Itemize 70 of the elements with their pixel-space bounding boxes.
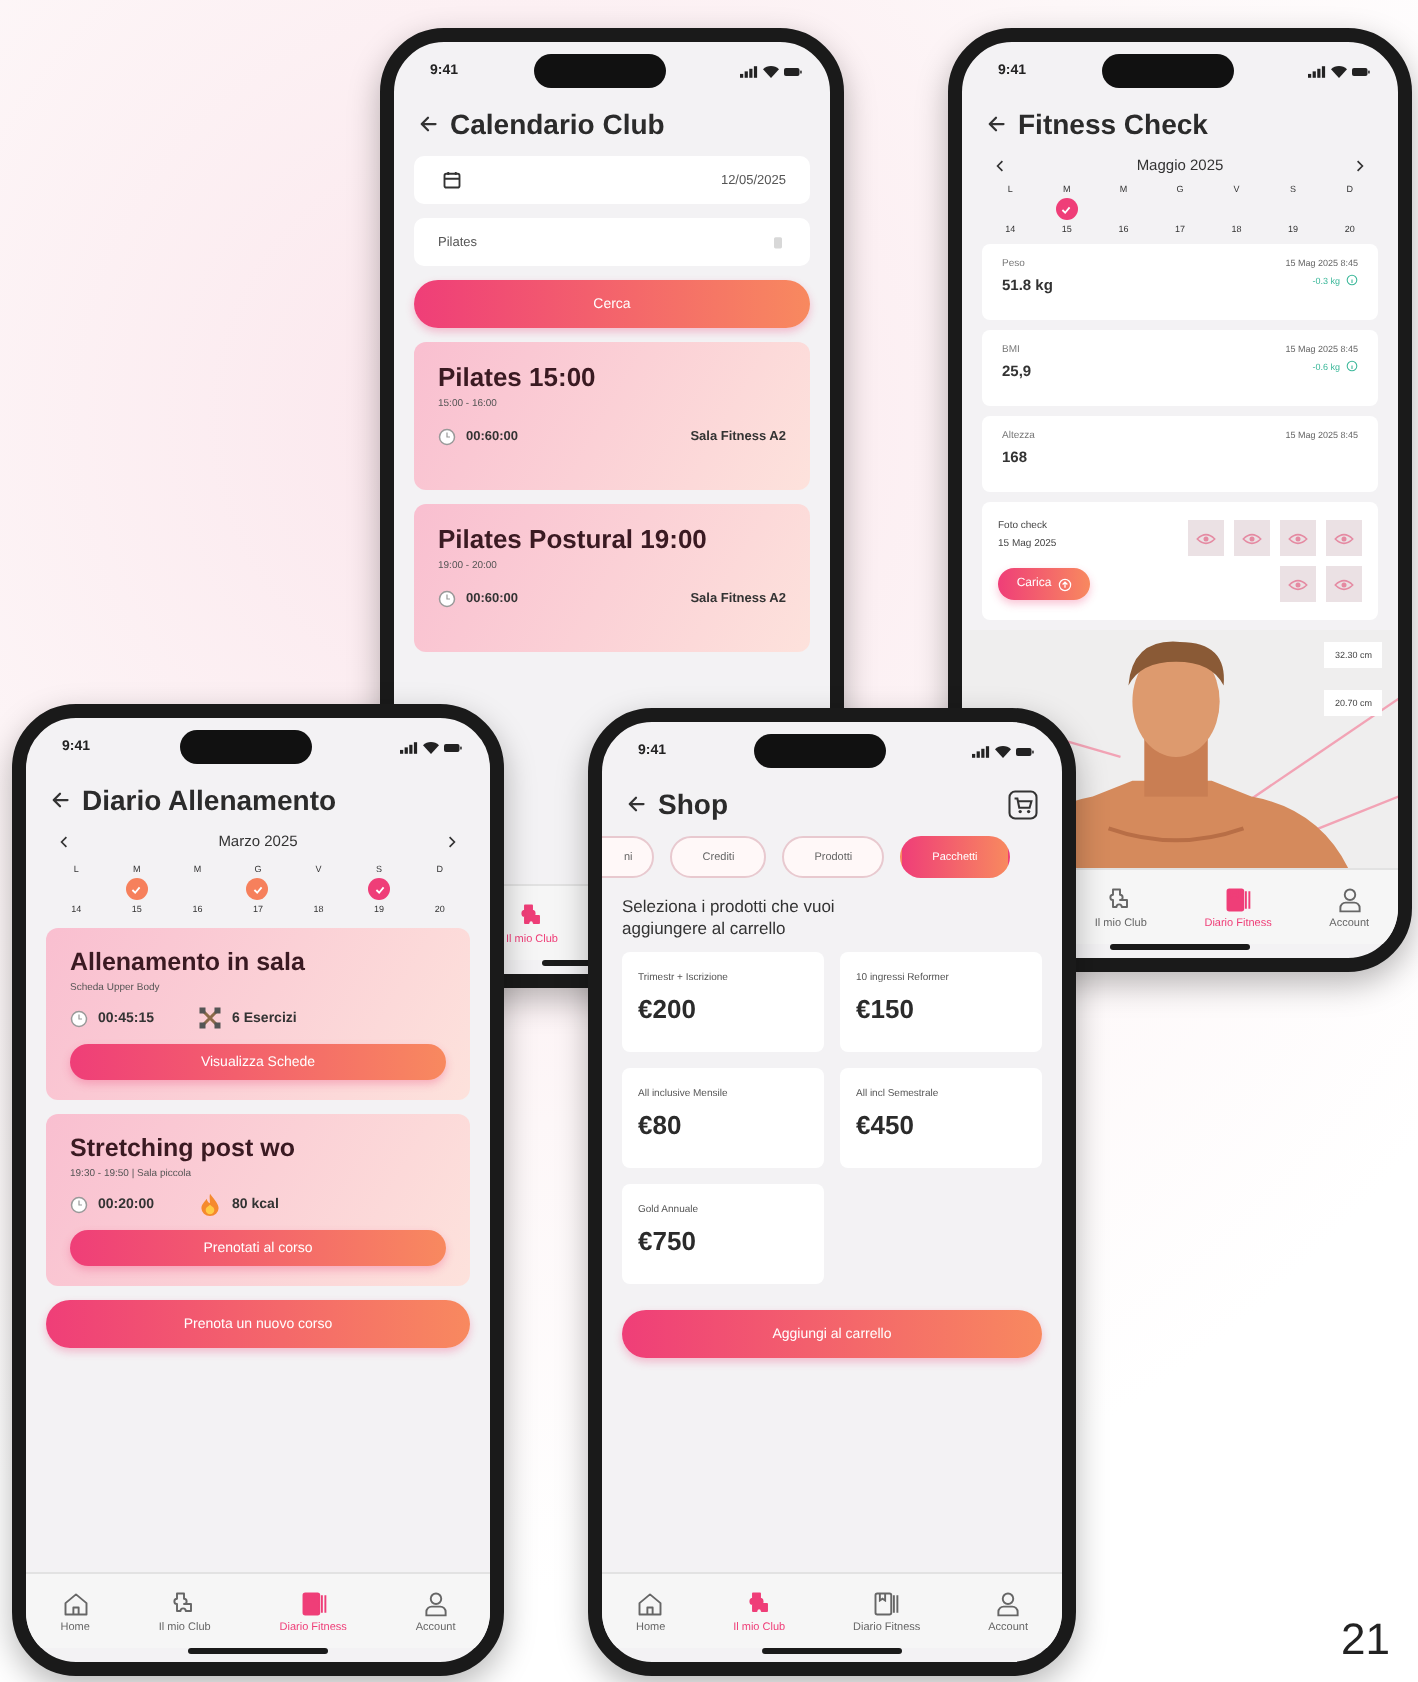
dumbbell-icon: [198, 1006, 223, 1030]
calendar-icon: [442, 170, 462, 190]
back-arrow-icon[interactable]: [626, 794, 646, 814]
wifi-icon: [761, 65, 780, 77]
info-icon: [1346, 274, 1358, 286]
product-price: €450: [856, 1110, 916, 1141]
back-arrow-icon[interactable]: [418, 114, 438, 134]
person-icon: [1335, 885, 1364, 913]
clear-icon: [770, 234, 786, 250]
book-icon: [299, 1589, 328, 1617]
signal-icon: [1307, 65, 1326, 77]
home-indicator: [188, 1648, 328, 1654]
screen-title: Diario Allenamento: [82, 784, 337, 816]
person-icon: [994, 1589, 1023, 1617]
flame-icon: [198, 1192, 223, 1216]
camera-notch: [753, 734, 885, 768]
instruction-text: Seleziona i prodotti che vuoi aggiungere al carrello: [622, 896, 837, 939]
workout-title: Stretching post wo: [70, 1134, 297, 1162]
camera-notch: [1101, 54, 1233, 88]
screen-title: Calendario Club: [450, 108, 665, 140]
person-icon: [421, 1589, 450, 1617]
home-indicator: [762, 1648, 902, 1654]
eye-icon: [1288, 531, 1308, 545]
eye-icon: [1196, 531, 1216, 545]
camera-notch: [533, 54, 665, 88]
puzzle-icon: [745, 1589, 774, 1617]
cart-icon[interactable]: [1008, 789, 1038, 819]
screen-title: Fitness Check: [1018, 108, 1208, 140]
page-number: 21: [1341, 1614, 1390, 1666]
eye-icon: [1242, 531, 1262, 545]
clock-icon: [70, 1195, 88, 1213]
product-price: €80: [638, 1110, 684, 1141]
signal-icon: [739, 65, 758, 77]
class-title: Pilates Postural 19:00: [438, 524, 709, 554]
wifi-icon: [1329, 65, 1348, 77]
eye-icon: [1334, 577, 1354, 591]
class-title: Pilates 15:00: [438, 362, 598, 392]
battery-icon: [783, 65, 802, 77]
chevron-left-icon[interactable]: [994, 159, 1006, 171]
workout-title: Allenamento in sala: [70, 948, 307, 976]
clock-icon: [70, 1009, 88, 1027]
home-icon: [636, 1589, 665, 1617]
clock-icon: [438, 428, 456, 446]
camera-notch: [179, 730, 311, 764]
eye-icon: [1288, 577, 1308, 591]
battery-icon: [1015, 745, 1034, 757]
wifi-icon: [421, 741, 440, 753]
book-icon: [872, 1589, 901, 1617]
product-price: €750: [638, 1226, 698, 1257]
puzzle-icon: [517, 901, 546, 929]
info-icon: [1346, 360, 1358, 372]
eye-icon: [1334, 531, 1354, 545]
battery-icon: [1351, 65, 1370, 77]
home-indicator: [1110, 944, 1250, 950]
battery-icon: [443, 741, 462, 753]
chevron-left-icon[interactable]: [58, 835, 70, 847]
chevron-right-icon[interactable]: [1354, 159, 1366, 171]
screen-title: Shop: [658, 788, 728, 820]
book-icon: [1224, 885, 1253, 913]
clock-icon: [438, 590, 456, 608]
product-price: €150: [856, 994, 916, 1025]
signal-icon: [399, 741, 418, 753]
signal-icon: [971, 745, 990, 757]
product-price: €200: [638, 994, 698, 1025]
home-icon: [61, 1589, 90, 1617]
wifi-icon: [993, 745, 1012, 757]
chevron-right-icon[interactable]: [445, 835, 458, 847]
upload-icon: [1057, 577, 1072, 591]
back-arrow-icon[interactable]: [50, 790, 70, 810]
back-arrow-icon[interactable]: [986, 114, 1006, 134]
